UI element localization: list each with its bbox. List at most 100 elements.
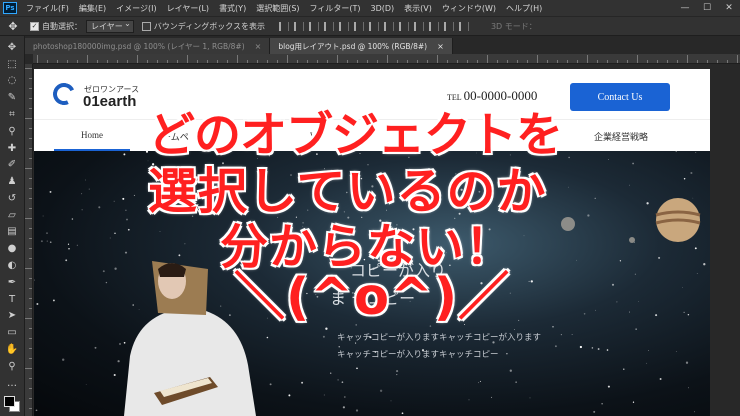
ruler-tick bbox=[29, 348, 32, 349]
ruler-tick bbox=[29, 208, 32, 209]
nav-homepage[interactable]: ームペ bbox=[162, 120, 189, 152]
ruler-tick bbox=[29, 408, 32, 409]
nav-business-strategy[interactable]: 企業経営戦略 bbox=[594, 120, 648, 152]
align-center-icon[interactable] bbox=[293, 21, 304, 31]
blur-icon[interactable]: ● bbox=[4, 241, 20, 256]
menu-layer[interactable]: レイヤー(L) bbox=[162, 3, 214, 14]
rectangle-icon[interactable]: ▭ bbox=[4, 325, 20, 340]
star bbox=[509, 369, 512, 372]
auto-align-icon[interactable] bbox=[458, 21, 469, 31]
auto-select-checkbox[interactable]: ✓ bbox=[30, 21, 39, 31]
ruler-tick bbox=[357, 60, 358, 63]
star bbox=[506, 352, 508, 355]
ruler-tick bbox=[297, 60, 298, 63]
lasso-icon[interactable]: ◌ bbox=[4, 74, 20, 89]
star bbox=[88, 188, 90, 190]
star bbox=[302, 225, 304, 227]
history-brush-icon[interactable]: ↺ bbox=[4, 191, 20, 206]
star bbox=[133, 194, 135, 196]
align-top-icon[interactable] bbox=[323, 21, 334, 31]
star bbox=[236, 252, 239, 255]
menu-edit[interactable]: 編集(E) bbox=[74, 3, 111, 14]
star bbox=[606, 349, 609, 351]
brush-icon[interactable]: ✐ bbox=[4, 157, 20, 172]
healing-brush-icon[interactable]: ✚ bbox=[4, 141, 20, 156]
distribute-right-icon[interactable] bbox=[443, 21, 454, 31]
maximize-icon[interactable]: ☐ bbox=[696, 0, 718, 16]
ruler-tick bbox=[29, 78, 32, 79]
tab-close-icon[interactable]: × bbox=[255, 42, 262, 51]
align-left-icon[interactable] bbox=[278, 21, 289, 31]
more-tools-icon[interactable]: … bbox=[4, 376, 20, 391]
eyedropper-icon[interactable]: ⚲ bbox=[4, 124, 20, 139]
ruler-tick bbox=[29, 298, 32, 299]
align-bottom-icon[interactable] bbox=[353, 21, 364, 31]
ruler-tick bbox=[127, 60, 128, 63]
menu-view[interactable]: 表示(V) bbox=[399, 3, 437, 14]
foreground-color-swatch[interactable] bbox=[4, 396, 15, 408]
menu-file[interactable]: ファイル(F) bbox=[21, 3, 74, 14]
minimize-icon[interactable]: — bbox=[674, 0, 696, 16]
ruler-tick bbox=[527, 60, 528, 63]
menu-type[interactable]: 書式(Y) bbox=[214, 3, 251, 14]
eraser-icon[interactable]: ▱ bbox=[4, 208, 20, 223]
distribute-left-icon[interactable] bbox=[413, 21, 424, 31]
star bbox=[396, 224, 398, 226]
clone-stamp-icon[interactable]: ♟ bbox=[4, 174, 20, 189]
nav-home[interactable]: Home bbox=[54, 120, 130, 152]
star bbox=[277, 216, 279, 218]
menu-window[interactable]: ウィンドウ(W) bbox=[437, 3, 501, 14]
path-select-icon[interactable]: ➤ bbox=[4, 309, 20, 324]
auto-select-dropdown[interactable]: レイヤー bbox=[86, 19, 134, 33]
tab-close-icon[interactable]: × bbox=[437, 42, 444, 51]
dodge-icon[interactable]: ◐ bbox=[4, 258, 20, 273]
align-middle-icon[interactable] bbox=[338, 21, 349, 31]
nav-web[interactable]: W bbox=[310, 120, 319, 152]
tab-blog-layout[interactable]: blog用レイアウト.psd @ 100% (RGB/8#) × bbox=[270, 38, 453, 54]
menu-3d[interactable]: 3D(D) bbox=[366, 4, 400, 13]
pen-icon[interactable]: ✒ bbox=[4, 275, 20, 290]
star bbox=[62, 358, 65, 361]
star bbox=[629, 184, 630, 186]
menu-help[interactable]: ヘルプ(H) bbox=[501, 3, 547, 14]
distribute-bottom-icon[interactable] bbox=[398, 21, 409, 31]
star bbox=[68, 248, 70, 250]
close-icon[interactable]: ✕ bbox=[718, 0, 740, 16]
bounding-box-checkbox[interactable] bbox=[141, 21, 151, 31]
color-swatches[interactable] bbox=[2, 394, 22, 416]
distribute-center-icon[interactable] bbox=[428, 21, 439, 31]
menu-filter[interactable]: フィルター(T) bbox=[305, 3, 366, 14]
star bbox=[113, 373, 116, 377]
menu-select[interactable]: 選択範囲(S) bbox=[251, 3, 304, 14]
star bbox=[412, 228, 415, 231]
star bbox=[703, 263, 706, 266]
hand-icon[interactable]: ✋ bbox=[4, 342, 20, 357]
tab-photoshop-img[interactable]: photoshop180000img.psd @ 100% (レイヤー 1, R… bbox=[25, 38, 271, 54]
move-icon[interactable]: ✥ bbox=[4, 40, 20, 55]
crop-icon[interactable]: ⌗ bbox=[4, 107, 20, 122]
star bbox=[343, 211, 345, 213]
document-canvas[interactable]: ゼロワンアース 01earth TEL 00-0000-0000 Contact … bbox=[34, 69, 710, 416]
align-right-icon[interactable] bbox=[308, 21, 319, 31]
type-icon[interactable]: T bbox=[4, 292, 20, 307]
distribute-top-icon[interactable] bbox=[368, 21, 379, 31]
ruler-tick bbox=[177, 60, 178, 63]
star bbox=[693, 411, 696, 413]
ruler-tick bbox=[457, 60, 458, 63]
menu-image[interactable]: イメージ(I) bbox=[111, 3, 161, 14]
gradient-icon[interactable]: ▤ bbox=[4, 225, 20, 240]
quick-select-icon[interactable]: ✎ bbox=[4, 90, 20, 105]
star bbox=[85, 179, 86, 181]
marquee-icon[interactable]: ⬚ bbox=[4, 57, 20, 72]
star bbox=[355, 409, 359, 412]
star bbox=[687, 387, 690, 389]
move-tool-icon[interactable]: ✥ bbox=[4, 18, 22, 34]
star bbox=[122, 197, 125, 200]
canvas-area[interactable]: ゼロワンアース 01earth TEL 00-0000-0000 Contact … bbox=[25, 54, 740, 416]
ruler-tick bbox=[507, 60, 508, 63]
star bbox=[683, 311, 685, 313]
contact-button[interactable]: Contact Us bbox=[570, 83, 670, 111]
distribute-middle-icon[interactable] bbox=[383, 21, 394, 31]
zoom-icon[interactable]: ⚲ bbox=[4, 359, 20, 374]
star bbox=[220, 243, 222, 246]
